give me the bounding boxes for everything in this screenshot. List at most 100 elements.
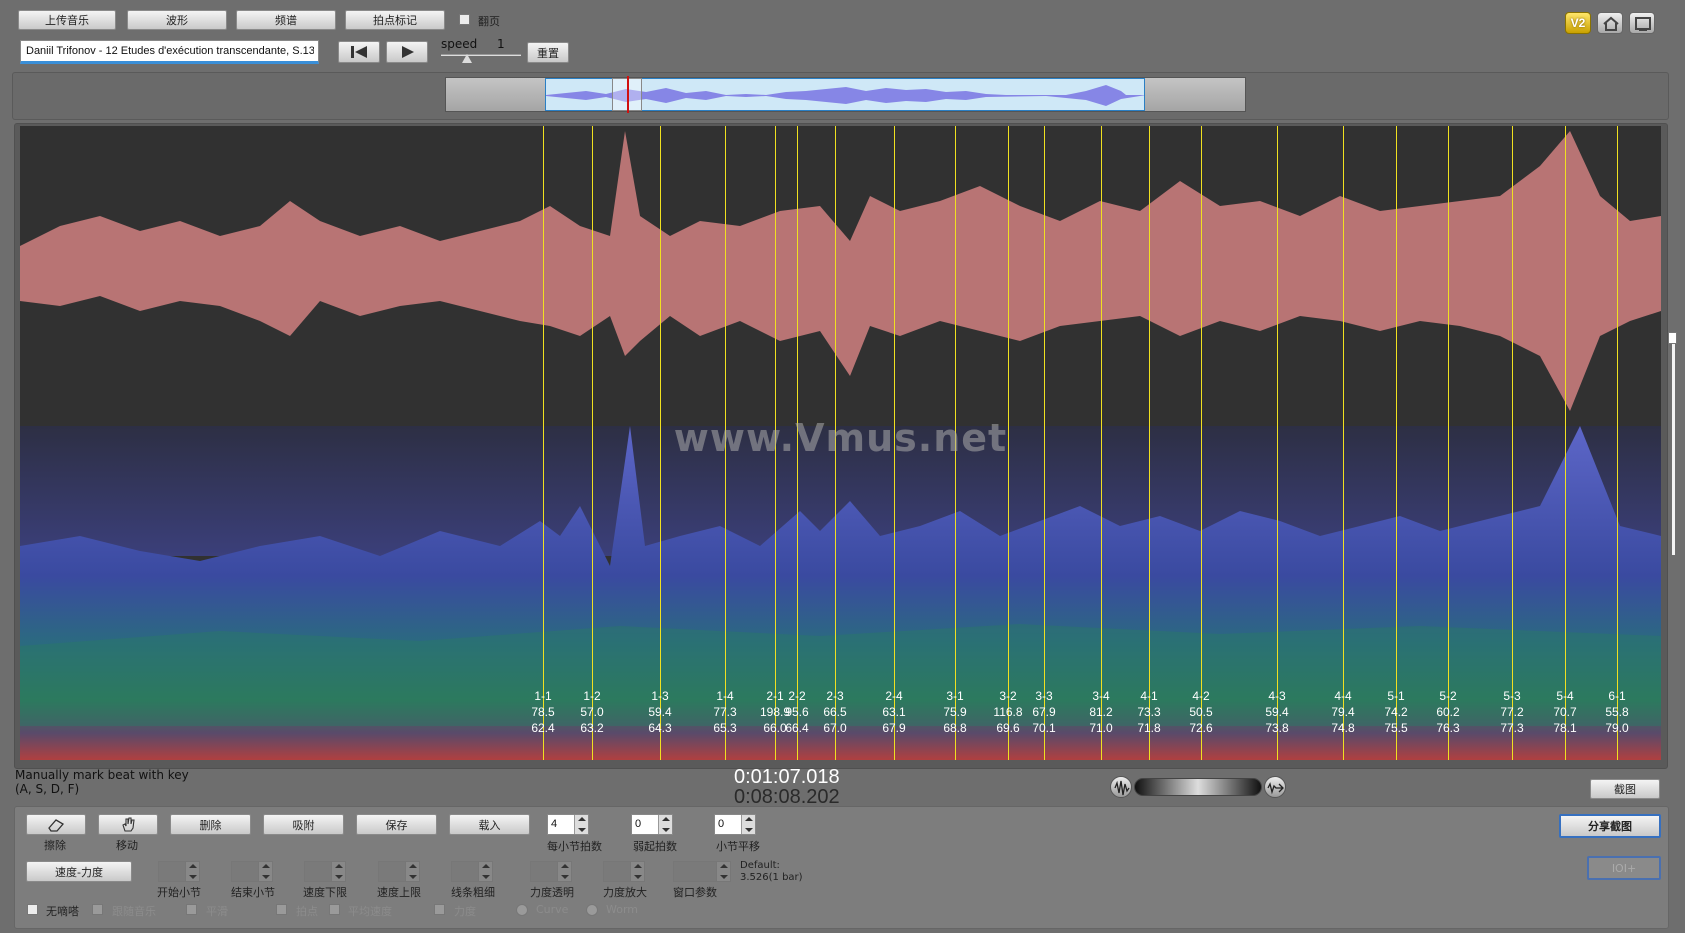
beat-marker-avg: 71.8 <box>1137 721 1161 735</box>
vertical-scrollbar[interactable] <box>1672 335 1675 555</box>
spectrum-button[interactable]: 频谱 <box>236 10 336 30</box>
home-icon[interactable] <box>1597 12 1623 34</box>
speed-slider-thumb[interactable] <box>462 54 472 63</box>
zoom-slider[interactable] <box>1134 778 1262 796</box>
tempo-lower-stepper[interactable] <box>304 861 346 882</box>
tempo-lower-arrows[interactable] <box>331 862 345 881</box>
beat-marker-avg: 68.8 <box>943 721 967 735</box>
dynamics-zoom-label: 力度放大 <box>603 886 647 899</box>
beat-marker-label: 2-3 <box>826 689 844 703</box>
beats-per-bar-value: 4 <box>551 818 558 830</box>
dynamics-checkbox[interactable] <box>434 904 445 915</box>
beat-marker-label: 1-2 <box>583 689 601 703</box>
pickup-stepper[interactable]: 0 <box>631 814 673 835</box>
end-bar-stepper[interactable] <box>231 861 273 882</box>
start-bar-stepper[interactable] <box>158 861 200 882</box>
beat-marker-avg: 70.1 <box>1032 721 1056 735</box>
track-title-field[interactable]: Daniil Trifonov - 12 Etudes d'exécution … <box>20 40 319 64</box>
page-flip-checkbox[interactable] <box>459 14 470 25</box>
beat-marker-label: 4-3 <box>1268 689 1286 703</box>
beat-marker-avg: 79.0 <box>1605 721 1629 735</box>
bar-shift-arrows[interactable] <box>741 815 755 834</box>
share-screenshot-button[interactable]: 分享截图 <box>1559 814 1661 838</box>
beats-per-bar-stepper[interactable]: 4 <box>547 814 589 835</box>
worm-label: Worm <box>606 903 639 916</box>
upload-music-button[interactable]: 上传音乐 <box>18 10 116 30</box>
reset-button[interactable]: 重置 <box>527 42 569 63</box>
overview-playhead[interactable] <box>627 76 629 113</box>
delete-button[interactable]: 删除 <box>170 814 251 835</box>
avg-tempo-checkbox[interactable] <box>329 904 340 915</box>
beat-marker-tempo: 74.2 <box>1384 705 1408 719</box>
skip-back-icon <box>351 46 367 58</box>
beat-points-checkbox[interactable] <box>276 904 287 915</box>
worm-radio[interactable] <box>586 904 598 916</box>
beat-marker-tempo: 77.2 <box>1500 705 1524 719</box>
waveform-zoom-out-icon[interactable] <box>1110 776 1132 798</box>
dynamics-zoom-stepper[interactable] <box>603 861 645 882</box>
play-button[interactable] <box>386 41 428 63</box>
bar-shift-stepper[interactable]: 0 <box>714 814 756 835</box>
beat-points-label: 拍点 <box>296 905 318 918</box>
smooth-checkbox[interactable] <box>186 904 197 915</box>
speed-value: 1 <box>497 37 505 51</box>
save-button[interactable]: 保存 <box>356 814 437 835</box>
beat-marker-tempo: 59.4 <box>1265 705 1289 719</box>
curve-radio[interactable] <box>516 904 528 916</box>
beats-per-bar-arrows[interactable] <box>574 815 588 834</box>
speed-slider-track[interactable] <box>441 54 521 56</box>
beat-mark-button[interactable]: 拍点标记 <box>345 10 445 30</box>
beat-marker-avg: 72.6 <box>1189 721 1213 735</box>
screenshot-button[interactable]: 截图 <box>1590 779 1660 799</box>
spectrogram-view[interactable]: 1-1 78.5 62.4 1-2 57.0 63.2 1-3 59.4 64.3 1-4 77.3… <box>20 126 1661 760</box>
rewind-button[interactable] <box>338 41 380 63</box>
pickup-label: 弱起拍数 <box>633 840 677 853</box>
beat-marker-avg: 67.0 <box>823 721 847 735</box>
window-param-arrows[interactable] <box>716 862 730 881</box>
beat-marker-label: 5-1 <box>1387 689 1405 703</box>
beat-marker-label: 2-4 <box>885 689 903 703</box>
tempo-upper-stepper[interactable] <box>378 861 420 882</box>
fullscreen-icon[interactable] <box>1629 12 1655 34</box>
dynamics-opacity-arrows[interactable] <box>557 862 571 881</box>
beats-per-bar-label: 每小节拍数 <box>547 840 602 853</box>
watermark: www.Vmus.net <box>673 416 1008 460</box>
beat-marker-tempo: 50.5 <box>1189 705 1213 719</box>
erase-label: 擦除 <box>44 839 66 852</box>
beat-marker-avg: 75.5 <box>1384 721 1408 735</box>
beat-marker-label: 6-1 <box>1608 689 1626 703</box>
move-button[interactable] <box>98 814 158 835</box>
waveform-zoom-in-icon[interactable] <box>1264 776 1286 798</box>
window-param-label: 窗口参数 <box>673 886 717 899</box>
beat-marker-label: 3-3 <box>1035 689 1053 703</box>
snap-button[interactable]: 吸附 <box>263 814 344 835</box>
window-param-stepper[interactable] <box>673 861 731 882</box>
mute-checkbox[interactable] <box>27 904 38 915</box>
follow-music-checkbox[interactable] <box>92 904 103 915</box>
ioi-button[interactable]: IOI+ <box>1587 856 1661 880</box>
hint-line-2: (A, S, D, F) <box>15 782 80 796</box>
line-thickness-stepper[interactable] <box>451 861 493 882</box>
pickup-arrows[interactable] <box>658 815 672 834</box>
dynamics-opacity-stepper[interactable] <box>530 861 572 882</box>
waveform-button[interactable]: 波形 <box>127 10 227 30</box>
track-title: Daniil Trifonov - 12 Etudes d'exécution … <box>26 45 314 57</box>
tempo-upper-arrows[interactable] <box>405 862 419 881</box>
beat-marker-label: 4-2 <box>1192 689 1210 703</box>
tempo-dynamics-button[interactable]: 速度-力度 <box>26 861 132 882</box>
bar-shift-label: 小节平移 <box>716 840 760 853</box>
load-button[interactable]: 载入 <box>449 814 530 835</box>
beat-marker-tempo: 55.8 <box>1605 705 1629 719</box>
eraser-icon <box>48 818 65 832</box>
v2-icon[interactable]: V2 <box>1565 12 1591 34</box>
tempo-lower-label: 速度下限 <box>303 886 347 899</box>
erase-button[interactable] <box>26 814 86 835</box>
scrollbar-handle[interactable] <box>1668 332 1677 344</box>
beat-marker-label: 5-4 <box>1556 689 1574 703</box>
default-value: 3.526(1 bar) <box>740 872 803 883</box>
start-bar-arrows[interactable] <box>185 862 199 881</box>
line-thickness-arrows[interactable] <box>478 862 492 881</box>
dynamics-zoom-arrows[interactable] <box>630 862 644 881</box>
end-bar-arrows[interactable] <box>258 862 272 881</box>
beat-marker-avg: 67.9 <box>882 721 906 735</box>
